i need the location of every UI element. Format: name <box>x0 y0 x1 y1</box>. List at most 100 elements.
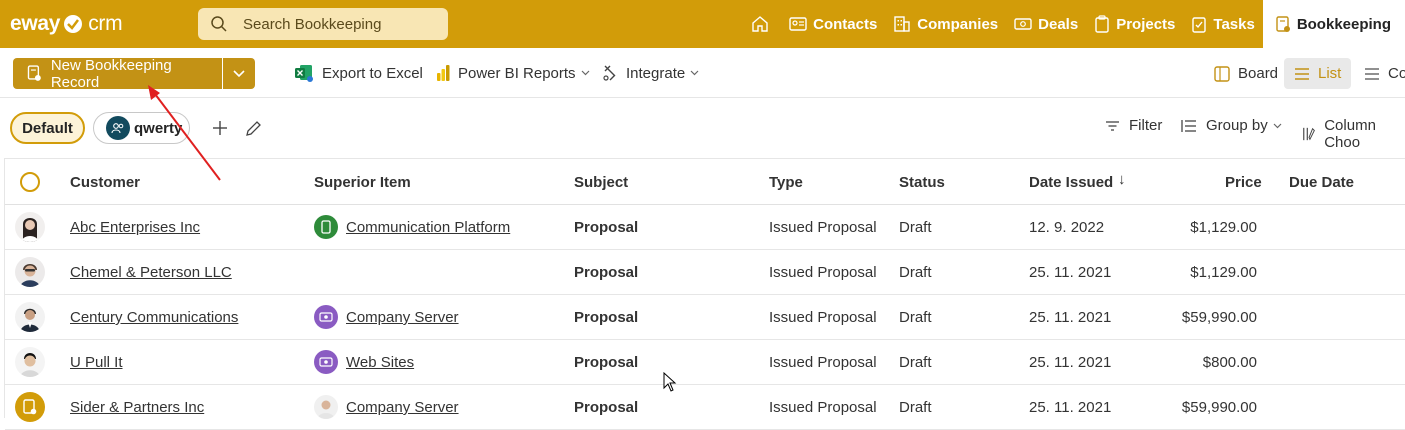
excel-icon <box>295 65 313 82</box>
home-icon <box>752 16 768 32</box>
new-dropdown-button[interactable] <box>223 58 255 89</box>
nav-bookkeeping[interactable]: Bookkeeping <box>1262 0 1405 48</box>
type-cell: Issued Proposal <box>769 354 877 371</box>
user-view-label: qwerty <box>134 119 183 137</box>
date-issued-cell: 25. 11. 2021 <box>1029 399 1112 416</box>
table-row[interactable]: Abc Enterprises Inc Communication Platfo… <box>5 205 1405 250</box>
superior-item-link[interactable]: Communication Platform <box>346 219 510 236</box>
new-button-label: New Bookkeeping Record <box>50 56 172 91</box>
type-cell: Issued Proposal <box>769 219 877 236</box>
nav-home[interactable] <box>741 0 781 48</box>
superior-item-link[interactable]: Company Server <box>346 399 459 416</box>
select-all-checkbox[interactable] <box>20 172 40 192</box>
chevron-down-icon <box>233 69 245 77</box>
user-group-avatar <box>106 116 130 140</box>
column-header-date-issued[interactable]: Date Issued <box>1029 174 1113 191</box>
bookkeeping-icon <box>23 399 37 415</box>
price-cell: $1,129.00 <box>1190 264 1257 281</box>
bookkeeping-icon <box>27 65 41 81</box>
view-co-button[interactable]: Co <box>1354 58 1405 89</box>
app-logo[interactable]: eway crm <box>10 12 123 36</box>
date-issued-cell: 12. 9. 2022 <box>1029 219 1105 236</box>
nav-deals[interactable]: Deals <box>1006 0 1086 48</box>
column-header-customer[interactable]: Customer <box>70 174 140 191</box>
list-icon <box>1295 67 1309 80</box>
date-issued-cell: 25. 11. 2021 <box>1029 354 1112 371</box>
building-icon <box>894 16 910 32</box>
subject-cell: Proposal <box>574 399 639 416</box>
table-row[interactable]: Chemel & Peterson LLC Proposal Issued Pr… <box>5 250 1405 295</box>
chevron-down-icon <box>581 70 589 76</box>
customer-link[interactable]: U Pull It <box>70 354 123 371</box>
nav-contacts-label: Contacts <box>813 15 878 33</box>
customer-link[interactable]: Century Communications <box>70 309 238 326</box>
export-to-excel-button[interactable]: Export to Excel <box>294 61 423 85</box>
project-icon <box>314 305 338 329</box>
subject-cell: Proposal <box>574 309 639 326</box>
avatar <box>15 257 45 287</box>
nav-contacts[interactable]: Contacts <box>781 0 885 48</box>
column-header-subject[interactable]: Subject <box>574 174 628 191</box>
grid-header: Customer Superior Item Subject Type Stat… <box>5 159 1405 205</box>
filter-button[interactable]: Filter <box>1105 117 1162 134</box>
search-box[interactable]: Search Bookkeeping <box>198 8 448 40</box>
nav-companies[interactable]: Companies <box>885 0 1006 48</box>
type-cell: Issued Proposal <box>769 264 877 281</box>
column-header-type[interactable]: Type <box>769 174 803 191</box>
column-header-superior-item[interactable]: Superior Item <box>314 174 411 191</box>
power-bi-reports-button[interactable]: Power BI Reports <box>436 61 590 85</box>
nav-bookkeeping-label: Bookkeeping <box>1296 15 1391 33</box>
chevron-down-icon <box>690 70 699 76</box>
price-cell: $1,129.00 <box>1190 219 1257 236</box>
status-cell: Draft <box>899 354 932 371</box>
view-list-button[interactable]: List <box>1284 58 1352 89</box>
avatar <box>15 392 45 422</box>
plus-icon <box>213 121 227 135</box>
task-icon <box>1192 17 1207 33</box>
column-header-due-date[interactable]: Due Date <box>1289 174 1354 191</box>
list-label: List <box>1318 65 1342 82</box>
column-header-status[interactable]: Status <box>899 174 945 191</box>
column-chooser-button[interactable]: Column Choo <box>1302 117 1405 151</box>
clipboard-icon <box>1095 15 1109 33</box>
status-cell: Draft <box>899 309 932 326</box>
column-chooser-label: Column Choo <box>1324 117 1376 151</box>
date-issued-cell: 25. 11. 2021 <box>1029 264 1112 281</box>
new-bookkeeping-record-button[interactable]: New Bookkeeping Record <box>13 56 222 91</box>
date-issued-cell: 25. 11. 2021 <box>1029 309 1112 326</box>
integrate-button[interactable]: Integrate <box>602 61 699 85</box>
avatar <box>15 212 45 242</box>
sort-descending-icon: ↓ <box>1118 171 1126 188</box>
integrate-icon <box>603 65 616 81</box>
type-cell: Issued Proposal <box>769 399 877 416</box>
table-row[interactable]: U Pull It Web Sites Proposal Issued Prop… <box>5 340 1405 385</box>
logo-text-eway: eway <box>10 12 61 35</box>
person-icon <box>314 395 338 419</box>
add-view-button[interactable] <box>209 117 231 139</box>
power-bi-icon <box>437 65 450 81</box>
subject-cell: Proposal <box>574 354 639 371</box>
customer-link[interactable]: Chemel & Peterson LLC <box>70 264 232 281</box>
nav-deals-label: Deals <box>1038 15 1079 33</box>
customer-link[interactable]: Sider & Partners Inc <box>70 399 204 416</box>
default-view-pill[interactable]: Default <box>10 112 85 144</box>
table-row[interactable]: Sider & Partners Inc Company Server Prop… <box>5 385 1405 430</box>
superior-item-link[interactable]: Web Sites <box>346 354 414 371</box>
superior-item-link[interactable]: Company Server <box>346 309 459 326</box>
edit-view-button[interactable] <box>242 117 264 139</box>
table-row[interactable]: Century Communications Company Server Pr… <box>5 295 1405 340</box>
nav-tasks[interactable]: Tasks <box>1183 0 1262 48</box>
user-view-pill[interactable]: qwerty <box>93 112 190 144</box>
export-label: Export to Excel <box>322 64 423 82</box>
board-label: Board <box>1238 65 1279 82</box>
co-label: Co <box>1388 65 1405 82</box>
view-board-button[interactable]: Board <box>1204 58 1288 89</box>
column-header-price[interactable]: Price <box>1225 174 1262 191</box>
status-cell: Draft <box>899 264 932 281</box>
nav-projects[interactable]: Projects <box>1086 0 1183 48</box>
customer-link[interactable]: Abc Enterprises Inc <box>70 219 200 236</box>
bookkeeping-grid: Customer Superior Item Subject Type Stat… <box>4 158 1405 430</box>
group-by-icon <box>1181 119 1196 132</box>
people-icon <box>111 123 124 134</box>
group-by-button[interactable]: Group by <box>1181 117 1282 134</box>
